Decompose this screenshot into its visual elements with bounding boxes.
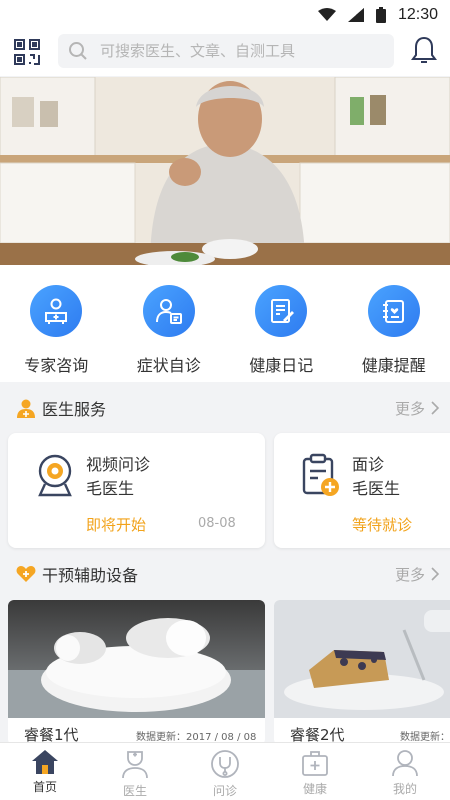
doctor-service-more-link[interactable]: 更多 — [395, 398, 440, 419]
tab-label: 问诊 — [212, 784, 237, 798]
device-image-1 — [8, 600, 265, 718]
notification-button[interactable] — [410, 35, 438, 65]
doctor-name: 毛医生 — [352, 479, 401, 498]
qr-code-icon — [14, 39, 40, 65]
doctor-tab-icon — [122, 751, 148, 779]
bell-icon — [411, 36, 437, 63]
consult-type: 面诊 — [352, 455, 385, 474]
self-diagnosis-icon — [142, 285, 195, 337]
top-bar — [0, 30, 450, 76]
device-image-2 — [274, 600, 450, 718]
quick-action-consult[interactable]: 专家咨询 — [0, 265, 112, 382]
consult-status: 即将开始 — [86, 516, 147, 534]
section-title: 干预辅助设备 — [42, 566, 139, 585]
tab-home[interactable]: 首页 — [0, 743, 90, 800]
quick-action-self-diagnosis[interactable]: 症状自诊 — [113, 265, 225, 382]
consult-icon — [30, 285, 83, 337]
quick-action-diary[interactable]: 健康日记 — [225, 265, 337, 382]
devices-more-link[interactable]: 更多 — [395, 564, 440, 585]
quick-action-label: 专家咨询 — [24, 356, 89, 375]
diary-icon — [255, 285, 308, 337]
user-icon — [392, 750, 418, 777]
heart-plus-icon — [16, 566, 36, 582]
quick-actions: 专家咨询 症状自诊 健康日记 健康提醒 — [0, 265, 450, 382]
in-person-consult-card[interactable]: 面诊 毛医生 等待就诊 — [274, 433, 450, 548]
doctor-icon — [17, 399, 35, 418]
tab-health[interactable]: 健康 — [270, 743, 360, 800]
consult-status: 等待就诊 — [352, 516, 413, 534]
tab-label: 健康 — [302, 782, 327, 796]
clipboard-add-icon — [302, 453, 339, 496]
qr-scan-button[interactable] — [13, 38, 41, 66]
tab-label: 我的 — [392, 782, 417, 796]
quick-action-reminder[interactable]: 健康提醒 — [338, 265, 450, 382]
consult-type: 视频问诊 — [86, 455, 151, 474]
status-time: 12:30 — [397, 6, 438, 23]
bottom-tab-bar: 首页 医生 问诊 健康 我的 — [0, 742, 450, 800]
banner-image — [0, 77, 450, 265]
more-label: 更多 — [394, 565, 425, 584]
device-update: 数据更新： — [400, 732, 450, 743]
status-bar: 12:30 — [0, 0, 450, 30]
quick-action-label: 健康提醒 — [361, 356, 426, 375]
consult-date: 08-08 — [198, 516, 236, 531]
stethoscope-icon — [211, 750, 239, 778]
doctor-service-header: 医生服务 更多 — [0, 388, 450, 428]
search-input[interactable] — [100, 34, 380, 68]
home-icon — [32, 750, 58, 774]
video-consult-card[interactable]: 视频问诊 毛医生 即将开始 08-08 — [8, 433, 265, 548]
tab-consult[interactable]: 问诊 — [180, 743, 270, 800]
device-card-1[interactable]: 睿餐1代 数据更新：2017 / 08 / 08 — [8, 600, 265, 745]
status-icons: 12:30 — [317, 6, 438, 24]
chevron-right-icon — [431, 401, 440, 415]
tab-label: 首页 — [32, 780, 57, 794]
medical-kit-icon — [302, 751, 328, 776]
tab-label: 医生 — [122, 784, 147, 798]
section-title: 医生服务 — [42, 400, 107, 419]
webcam-icon — [38, 454, 72, 497]
battery-icon — [375, 7, 386, 23]
device-update: 数据更新：2017 / 08 / 08 — [136, 732, 257, 743]
doctor-name: 毛医生 — [86, 479, 135, 498]
search-icon — [69, 42, 87, 60]
promo-banner[interactable] — [0, 77, 450, 265]
devices-header: 干预辅助设备 更多 — [0, 554, 450, 594]
signal-icon — [347, 8, 364, 22]
quick-action-label: 健康日记 — [249, 356, 314, 375]
search-box[interactable] — [58, 34, 394, 68]
tab-me[interactable]: 我的 — [360, 743, 450, 800]
tab-doctor[interactable]: 医生 — [90, 743, 180, 800]
reminder-icon — [367, 285, 420, 337]
quick-action-label: 症状自诊 — [136, 356, 201, 375]
chevron-right-icon — [431, 567, 440, 581]
more-label: 更多 — [394, 399, 425, 418]
device-card-2[interactable]: 睿餐2代 数据更新： — [274, 600, 450, 745]
wifi-icon — [317, 8, 336, 21]
